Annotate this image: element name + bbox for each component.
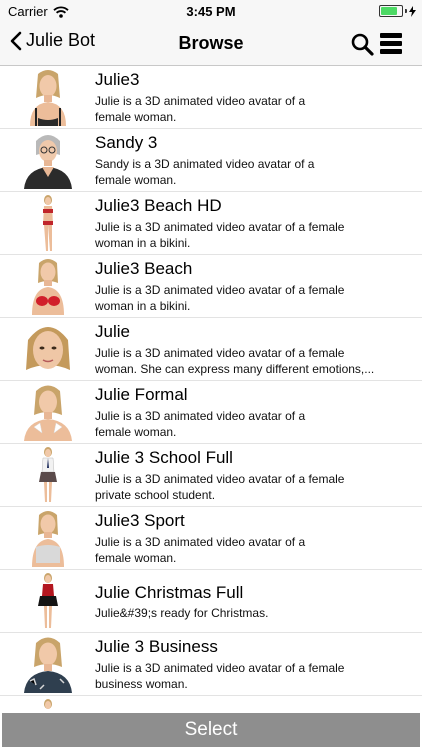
avatar-description: Julie is a 3D animated video avatar of a…: [95, 220, 345, 250]
avatar-title: Julie3 Beach HD: [95, 196, 222, 215]
avatar-item-julie-christmas-full[interactable]: Julie Christmas Full Julie&#39;s ready f…: [0, 570, 422, 633]
avatar-title: Julie Formal: [95, 385, 188, 404]
avatar-title: Julie3 Beach: [95, 259, 193, 278]
battery-cap: [405, 9, 407, 13]
avatar-thumbnail: [43, 195, 53, 251]
navigation-bar: Julie Bot Browse: [0, 22, 422, 66]
avatar-thumbnail: [26, 327, 70, 370]
avatar-thumbnail: [32, 259, 64, 315]
clock: 3:45 PM: [186, 4, 236, 19]
avatar-item-julie-3-school-full[interactable]: Julie 3 School Full Julie is a 3D animat…: [0, 444, 422, 507]
avatar-title: Julie 3 Business: [95, 637, 218, 656]
battery-fill: [381, 7, 397, 15]
avatar-item-julie-3-business[interactable]: Julie 3 Business Julie is a 3D animated …: [0, 633, 422, 696]
avatar-description: Julie is a 3D animated video avatar of a…: [95, 409, 306, 439]
avatar-description: Julie is a 3D animated video avatar of a…: [95, 94, 306, 124]
avatar-description: Julie is a 3D animated video avatar of a…: [95, 661, 345, 691]
avatar-thumbnail: [39, 447, 57, 502]
hamburger-menu-icon: [380, 33, 402, 54]
avatar-item-partial[interactable]: [0, 696, 422, 713]
avatar-thumbnail: [44, 699, 52, 709]
avatar-thumbnail: [24, 135, 72, 189]
avatar-item-sandy-3[interactable]: Sandy 3 Sandy is a 3D animated video ava…: [0, 129, 422, 192]
avatar-title: Julie 3 School Full: [95, 448, 233, 467]
avatar-item-julie3[interactable]: Julie3 Julie is a 3D animated video avat…: [0, 66, 422, 129]
battery-indicator: [379, 5, 416, 17]
menu-button[interactable]: [380, 31, 402, 60]
avatar-title: Julie Christmas Full: [95, 583, 244, 602]
avatar-description: Julie&#39;s ready for Christmas.: [95, 606, 269, 620]
avatar-title: Sandy 3: [95, 133, 158, 152]
avatar-list: Julie3 Julie is a 3D animated video avat…: [0, 66, 422, 713]
avatar-description: Julie is a 3D animated video avatar of a…: [95, 283, 345, 313]
search-icon: [351, 33, 374, 56]
avatar-title: Julie3 Sport: [95, 511, 185, 530]
avatar-description: Julie is a 3D animated video avatar of a…: [95, 346, 375, 376]
select-button[interactable]: Select: [2, 713, 420, 747]
avatar-description: Julie is a 3D animated video avatar of a…: [95, 472, 345, 502]
avatar-description: Sandy is a 3D animated video avatar of a…: [95, 157, 315, 187]
avatar-title: Julie: [95, 322, 130, 341]
avatar-thumbnail: [38, 573, 58, 628]
avatar-item-julie-formal[interactable]: Julie Formal Julie is a 3D animated vide…: [0, 381, 422, 444]
avatar-thumbnail: [32, 511, 64, 567]
avatar-thumbnail: [30, 70, 66, 126]
status-bar: Carrier 3:45 PM: [0, 0, 422, 22]
avatar-description: Julie is a 3D animated video avatar of a…: [95, 535, 306, 565]
search-button[interactable]: [350, 32, 374, 61]
avatar-title: Julie3: [95, 70, 140, 89]
avatar-item-julie[interactable]: Julie Julie is a 3D animated video avata…: [0, 318, 422, 381]
avatar-thumbnail: [24, 385, 72, 441]
charging-icon: [409, 5, 416, 17]
avatar-item-julie3-beach[interactable]: Julie3 Beach Julie is a 3D animated vide…: [0, 255, 422, 318]
avatar-thumbnail: [24, 637, 72, 693]
battery-icon: [379, 5, 403, 17]
avatar-item-julie3-beach-hd[interactable]: Julie3 Beach HD Julie is a 3D animated v…: [0, 192, 422, 255]
avatar-item-julie3-sport[interactable]: Julie3 Sport Julie is a 3D animated vide…: [0, 507, 422, 570]
